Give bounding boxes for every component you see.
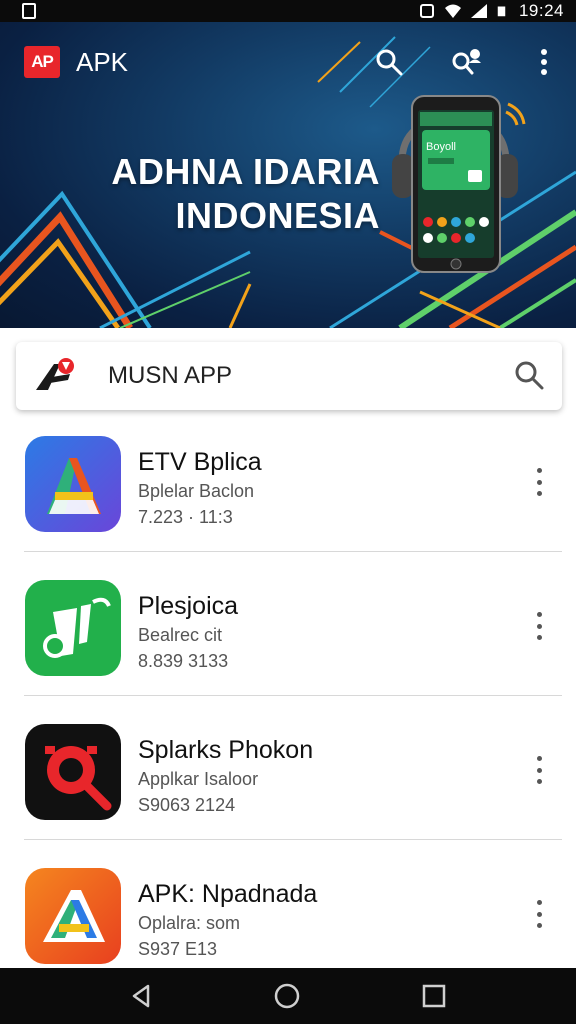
app-list: ETV Bplica Bplelar Baclon 7.223 · 11:3 P…	[0, 410, 576, 968]
divider	[24, 551, 562, 552]
wifi-icon	[444, 4, 461, 18]
search-icon	[376, 49, 403, 76]
status-bar: 19:24	[0, 0, 576, 22]
app-title: Splarks Phokon	[138, 736, 314, 764]
account-search-button[interactable]	[449, 44, 485, 80]
item-more-button[interactable]	[528, 610, 550, 642]
account-search-icon	[452, 49, 481, 75]
search-bar[interactable]: MUSN APP	[16, 342, 562, 410]
app-icon	[25, 436, 121, 532]
overflow-menu-button[interactable]	[526, 44, 562, 80]
search-icon	[515, 361, 544, 390]
app-subtitle: Bealrec cit	[138, 625, 223, 645]
item-more-button[interactable]	[528, 754, 550, 786]
banner-title: ADHNA IDARIA INDONESIA	[40, 150, 380, 238]
banner-title-line1: ADHNA IDARIA	[111, 151, 380, 192]
app-icon	[25, 724, 121, 820]
list-item[interactable]: Plesjoica Bealrec cit 8.839 3133	[0, 554, 576, 696]
status-time: 19:24	[518, 1, 564, 20]
nfc-icon	[419, 4, 434, 18]
notification-icon	[22, 3, 36, 19]
divider	[24, 839, 562, 840]
app-icon	[25, 580, 121, 676]
search-input[interactable]: MUSN APP	[108, 360, 232, 392]
app-meta: S9063 2124	[138, 795, 236, 815]
list-item[interactable]: Splarks Phokon Applkar Isaloor S9063 212…	[0, 698, 576, 840]
signal-icon	[470, 4, 487, 18]
app-meta: S937 E13	[138, 939, 218, 959]
system-nav-bar	[0, 968, 576, 1024]
item-more-button[interactable]	[528, 898, 550, 930]
item-more-button[interactable]	[528, 466, 550, 498]
home-icon[interactable]	[273, 982, 301, 1010]
app-logo: AP	[24, 46, 60, 78]
header-banner: AP APK ADHNA IDARIA INDONESIA Boyoll	[0, 22, 576, 328]
phone-illustration: Boyoll	[392, 95, 526, 273]
banner-title-line2: INDONESIA	[175, 195, 380, 236]
app-meta: 8.839 3133	[138, 651, 229, 671]
header-search-button[interactable]	[371, 44, 407, 80]
list-item[interactable]: ETV Bplica Bplelar Baclon 7.223 · 11:3	[0, 410, 576, 552]
more-vert-icon	[541, 49, 547, 75]
list-item[interactable]: APK: Npadnada Oplalra: som S937 E13	[0, 842, 576, 968]
app-title: ETV Bplica	[138, 448, 262, 476]
phone-screen-text: Boyoll	[426, 141, 456, 153]
app-name: APK	[76, 47, 129, 77]
status-icons: 19:24	[419, 0, 564, 22]
divider	[24, 695, 562, 696]
recents-icon[interactable]	[420, 982, 448, 1010]
back-icon[interactable]	[128, 982, 156, 1010]
battery-icon	[497, 6, 506, 17]
search-submit-button[interactable]	[512, 358, 548, 394]
app-meta: 7.223 · 11:3	[138, 507, 233, 527]
app-subtitle: Oplalra: som	[138, 913, 241, 933]
app-icon	[25, 868, 121, 964]
app-title: APK: Npadnada	[138, 880, 318, 908]
app-title: Plesjoica	[138, 592, 239, 620]
app-subtitle: Bplelar Baclon	[138, 481, 255, 501]
app-subtitle: Applkar Isaloor	[138, 769, 259, 789]
search-brand-logo-icon	[36, 358, 74, 390]
